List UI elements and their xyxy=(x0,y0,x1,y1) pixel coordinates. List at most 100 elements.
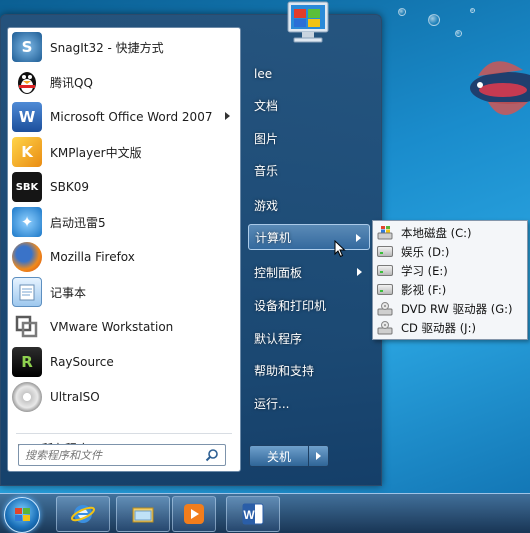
drive-j[interactable]: CD 驱动器 (J:) xyxy=(375,318,525,337)
drive-g[interactable]: DVD RW 驱动器 (G:) xyxy=(375,299,525,318)
drive-label: 影视 (F:) xyxy=(401,282,447,297)
right-item-devices-printers[interactable]: 设备和打印机 xyxy=(248,292,370,318)
program-item-qq[interactable]: 腾讯QQ xyxy=(8,65,240,99)
program-label: UltraISO xyxy=(50,390,100,404)
dvd-drive-icon xyxy=(377,301,393,315)
desktop-bubble xyxy=(398,8,406,16)
right-item-label: lee xyxy=(254,67,273,81)
program-label: RaySource xyxy=(50,355,114,369)
program-item-vmware[interactable]: VMware Workstation xyxy=(8,310,240,344)
program-label: 启动迅雷5 xyxy=(50,215,106,230)
taskbar-word[interactable]: W xyxy=(226,496,280,532)
drive-c[interactable]: 本地磁盘 (C:) xyxy=(375,223,525,242)
kmplayer-icon: K xyxy=(12,137,42,167)
word-icon: W xyxy=(242,503,264,525)
drive-e[interactable]: 学习 (E:) xyxy=(375,261,525,280)
sbk09-icon: SBK xyxy=(12,172,42,202)
program-label: Microsoft Office Word 2007 xyxy=(50,110,213,124)
desktop-bubble xyxy=(428,14,440,26)
file-explorer-icon xyxy=(132,507,154,523)
computer-submenu: 本地磁盘 (C:) 娱乐 (D:) 学习 (E:) 影视 (F:) DVD RW… xyxy=(372,220,528,340)
drive-d[interactable]: 娱乐 (D:) xyxy=(375,242,525,261)
right-item-computer[interactable]: 计算机 xyxy=(248,224,370,250)
right-item-games[interactable]: 游戏 xyxy=(248,192,370,218)
program-label: Mozilla Firefox xyxy=(50,250,135,264)
program-item-thunder[interactable]: ✦ 启动迅雷5 xyxy=(8,205,240,239)
desktop-bubble xyxy=(455,30,462,37)
qq-penguin-icon xyxy=(12,67,42,97)
program-item-raysource[interactable]: R RaySource xyxy=(8,345,240,379)
right-item-label: 控制面板 xyxy=(254,265,303,280)
drive-label: CD 驱动器 (J:) xyxy=(401,320,476,335)
taskbar-file-explorer[interactable] xyxy=(116,496,170,532)
right-item-help[interactable]: 帮助和支持 xyxy=(248,357,370,383)
shutdown-label: 关机 xyxy=(266,449,291,464)
shutdown-options-button[interactable] xyxy=(309,445,329,467)
raysource-icon: R xyxy=(12,347,42,377)
notepad-icon xyxy=(12,277,42,307)
right-item-documents[interactable]: 文档 xyxy=(248,92,370,118)
program-label: 腾讯QQ xyxy=(50,75,93,90)
right-item-label: 设备和打印机 xyxy=(254,298,327,313)
fish-wallpaper-icon xyxy=(470,61,530,115)
program-label: SnagIt32 - 快捷方式 xyxy=(50,40,164,55)
shutdown-button[interactable]: 关机 xyxy=(249,445,309,467)
windows-drive-icon xyxy=(377,225,393,239)
windows-logo-icon xyxy=(15,508,30,521)
drive-label: 学习 (E:) xyxy=(401,263,448,278)
program-label: SBK09 xyxy=(50,180,89,194)
firefox-icon xyxy=(12,242,42,272)
computer-icon xyxy=(287,1,329,43)
right-item-user[interactable]: lee xyxy=(248,61,370,87)
program-label: VMware Workstation xyxy=(50,320,174,334)
program-item-sbk09[interactable]: SBK SBK09 xyxy=(8,170,240,204)
taskbar-internet-explorer[interactable] xyxy=(56,496,110,532)
vmware-icon xyxy=(12,312,42,342)
mouse-cursor-icon xyxy=(334,240,346,258)
start-orb[interactable] xyxy=(4,497,40,533)
right-item-label: 默认程序 xyxy=(254,331,303,346)
media-player-icon xyxy=(184,504,204,524)
program-item-kmplayer[interactable]: K KMPlayer中文版 xyxy=(8,135,240,169)
hard-drive-icon xyxy=(377,284,393,295)
right-item-music[interactable]: 音乐 xyxy=(248,157,370,183)
search-box[interactable] xyxy=(18,444,226,466)
search-input[interactable] xyxy=(19,445,199,465)
right-item-label: 文档 xyxy=(254,98,279,113)
right-item-label: 帮助和支持 xyxy=(254,363,315,378)
chevron-right-icon xyxy=(316,452,321,460)
hard-drive-icon xyxy=(377,265,393,276)
submenu-arrow-icon xyxy=(357,268,362,276)
program-label: 记事本 xyxy=(50,285,87,300)
program-item-notepad[interactable]: 记事本 xyxy=(8,275,240,309)
right-item-run[interactable]: 运行... xyxy=(248,390,370,416)
submenu-arrow-icon xyxy=(225,112,230,120)
right-item-label: 计算机 xyxy=(255,230,292,245)
right-item-label: 游戏 xyxy=(254,198,279,213)
drive-label: 娱乐 (D:) xyxy=(401,244,450,259)
taskbar-media-player[interactable] xyxy=(172,496,216,532)
right-item-label: 音乐 xyxy=(254,163,279,178)
right-item-label: 图片 xyxy=(254,131,279,146)
submenu-arrow-icon xyxy=(356,234,361,242)
ultraiso-icon xyxy=(12,382,42,412)
right-item-label: 运行... xyxy=(254,396,290,411)
program-item-word[interactable]: W Microsoft Office Word 2007 xyxy=(8,100,240,134)
program-item-ultraiso[interactable]: UltraISO xyxy=(8,380,240,414)
program-list: S SnagIt32 - 快捷方式 腾讯QQ W Microsoft Offic… xyxy=(7,27,241,472)
desktop-bubble xyxy=(470,8,475,13)
program-item-snagit[interactable]: S SnagIt32 - 快捷方式 xyxy=(8,30,240,64)
cd-drive-icon xyxy=(377,320,393,334)
thunder-icon: ✦ xyxy=(12,207,42,237)
right-item-control-panel[interactable]: 控制面板 xyxy=(248,259,370,285)
svg-text:W: W xyxy=(243,508,255,522)
drive-label: 本地磁盘 (C:) xyxy=(401,225,472,240)
right-item-default-programs[interactable]: 默认程序 xyxy=(248,325,370,351)
search-icon[interactable] xyxy=(205,448,219,462)
program-label: KMPlayer中文版 xyxy=(50,145,142,160)
drive-f[interactable]: 影视 (F:) xyxy=(375,280,525,299)
program-item-firefox[interactable]: Mozilla Firefox xyxy=(8,240,240,274)
internet-explorer-icon xyxy=(70,505,96,523)
right-item-pictures[interactable]: 图片 xyxy=(248,125,370,151)
divider xyxy=(16,433,232,434)
